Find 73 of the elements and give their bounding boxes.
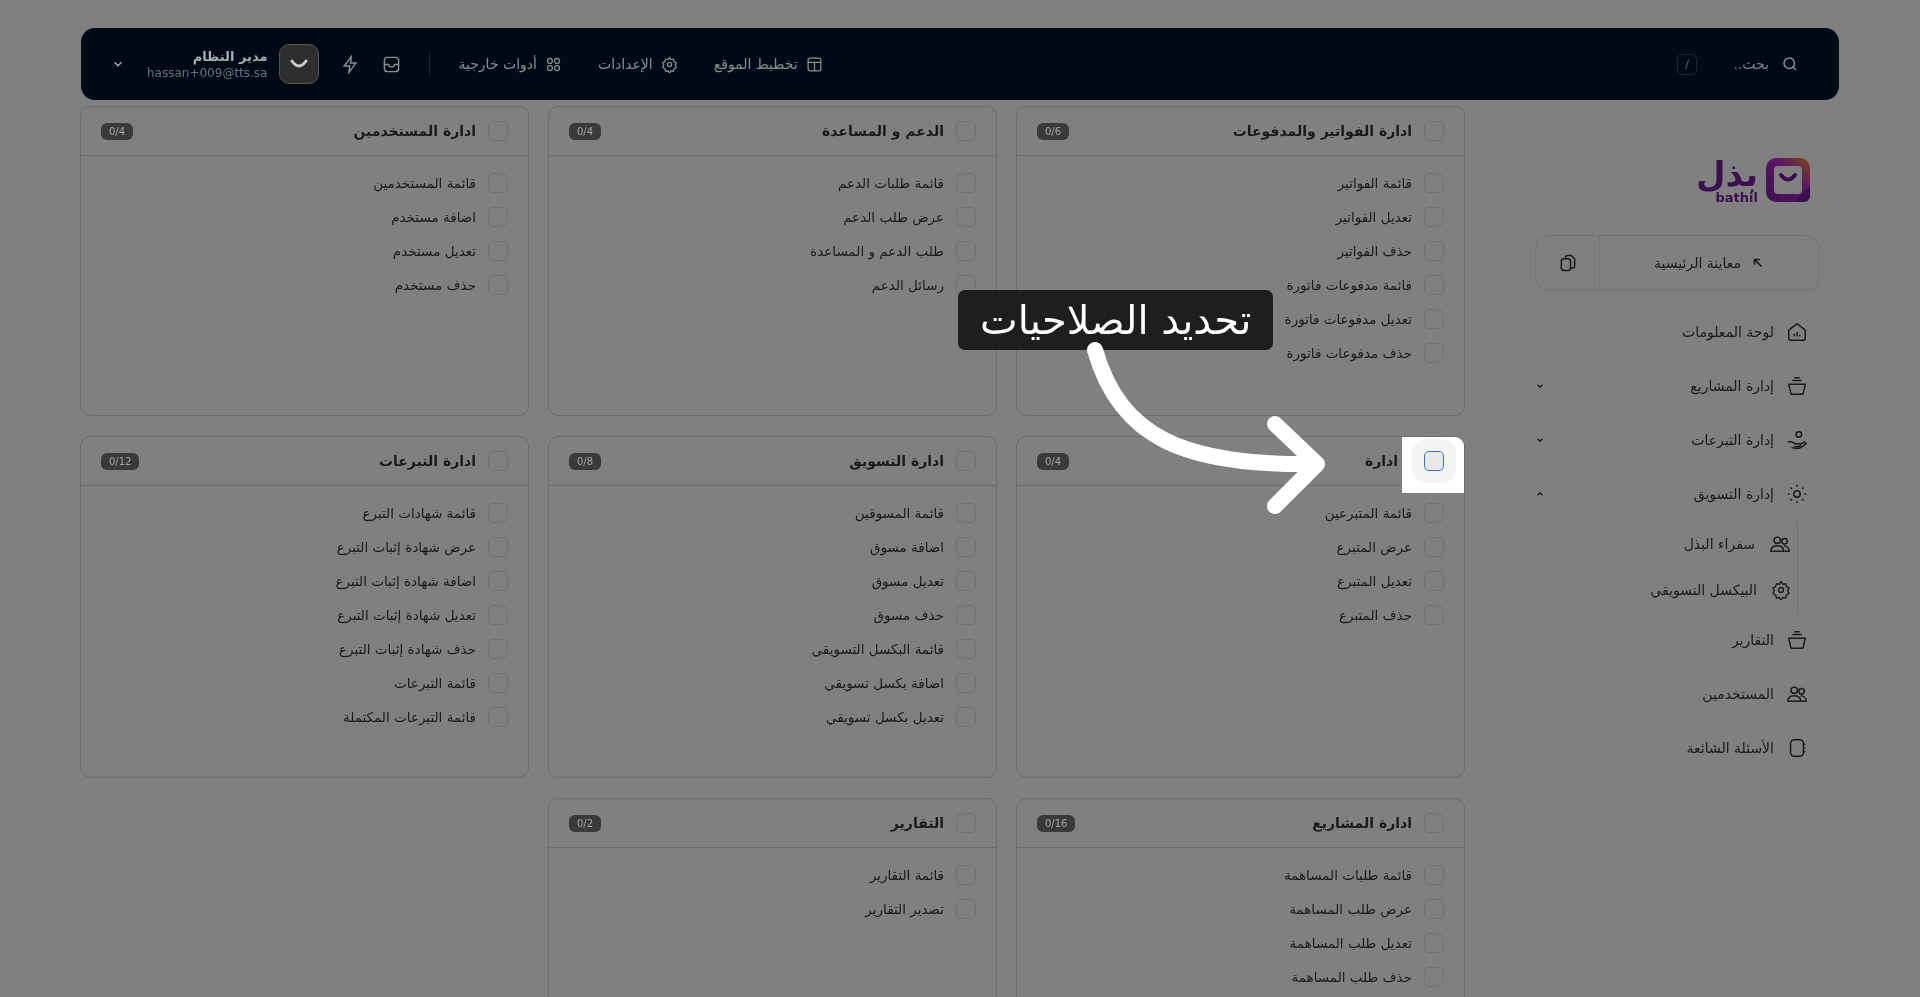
permission-label: قائمة المستخدمين <box>373 175 476 191</box>
permission-label: عرض طلب المساهمة <box>1289 901 1412 917</box>
count-badge: 0/8 <box>569 452 602 470</box>
user-email: hassan+009@tts.sa <box>147 65 268 80</box>
permission-label: اضافة مستخدم <box>391 209 476 225</box>
nav-item[interactable]: لوحة المعلومات <box>1535 305 1808 359</box>
permission-label: اضافة شهادة إثبات التبرع <box>335 573 476 589</box>
count-badge: 0/2 <box>569 814 602 832</box>
permission-label: رسائل الدعم <box>871 277 944 293</box>
permission-label: قائمة المسوقين <box>854 505 944 521</box>
permission-label: تعديل الفواتير <box>1335 209 1412 225</box>
permission-label: قائمة التبرعات <box>394 675 476 691</box>
permission-label: حذف شهادة إثبات التبرع <box>339 641 476 657</box>
shortcut-key: / <box>1677 53 1697 75</box>
nav-item[interactable]: الأسئلة الشائعة <box>1535 721 1808 775</box>
permission-label: عرض المتبرع <box>1336 539 1412 555</box>
tour-tooltip: تحديد الصلاحيات <box>958 290 1274 350</box>
card-title: التقارير <box>890 815 944 831</box>
nav-subitem[interactable]: البيكسل التسويقي <box>1535 567 1831 613</box>
toolbar-link[interactable]: تخطيط الموقع <box>713 55 823 73</box>
toolbar-link[interactable]: أدوات خارجية <box>458 55 562 73</box>
nav-subitem[interactable]: سفراء البذل <box>1535 521 1831 567</box>
search-field[interactable]: بحث.. <box>1707 55 1771 73</box>
card-title: ادارة المستخدمين <box>353 123 476 139</box>
permission-label: اضافة بكسل تسويقي <box>824 675 944 691</box>
count-badge: 0/4 <box>1037 452 1070 470</box>
permission-label: قائمة طلبات المساهمة <box>1283 867 1412 883</box>
permission-label: قائمة شهادات التبرع <box>362 505 476 521</box>
card-title: الدعم و المساعدة <box>822 123 944 139</box>
permission-label: طلب الدعم و المساعدة <box>810 243 944 259</box>
user-name: مدير النظام <box>191 48 268 64</box>
permission-label: حذف مستخدم <box>394 277 476 293</box>
card-title: ادارة المشاريع <box>1312 815 1412 831</box>
permission-label: حذف مسوق <box>873 607 944 623</box>
count-badge: 0/4 <box>101 122 134 140</box>
permission-label: قائمة التقارير <box>869 867 944 883</box>
preview-button[interactable]: معاينة الرئيسية <box>1600 236 1819 290</box>
permission-label: تعديل شهادة إثبات التبرع <box>337 607 476 623</box>
permission-label: تعديل مسوق <box>871 573 944 589</box>
nav-item[interactable]: إدارة المشاريع <box>1535 359 1808 413</box>
permission-label: قائمة التبرعات المكتملة <box>343 709 476 725</box>
permission-label: تعديل مدفوعات فاتورة <box>1284 311 1412 327</box>
count-badge: 0/4 <box>569 122 602 140</box>
permission-label: قائمة المتبرعين <box>1324 505 1412 521</box>
permission-label: قائمة البكسل التسويقي <box>811 641 944 657</box>
permission-label: حذف مدفوعات فاتورة <box>1286 345 1412 361</box>
nav-item[interactable]: التقارير <box>1535 613 1808 667</box>
toolbar-link[interactable]: الإعدادات <box>597 55 678 73</box>
card-title: ادارة التسويق <box>849 453 944 469</box>
permission-label: تعديل مستخدم <box>392 243 476 259</box>
permission-label: حذف طلب المساهمة <box>1291 969 1412 985</box>
count-badge: 0/12 <box>101 452 140 470</box>
card-title: ادارة الفواتير والمدفوعات <box>1232 123 1412 139</box>
card-title: ادارة التبرعات <box>378 453 476 469</box>
card-title: ادارة <box>1364 453 1398 469</box>
permission-label: عرض شهادة إثبات التبرع <box>336 539 476 555</box>
permission-label: قائمة طلبات الدعم <box>837 175 944 191</box>
permission-label: حذف الفواتير <box>1337 243 1412 259</box>
permission-label: قائمة مدفوعات فاتورة <box>1286 277 1412 293</box>
permission-label: تعديل طلب المساهمة <box>1289 935 1412 951</box>
permission-label: حذف المتبرع <box>1338 607 1412 623</box>
count-badge: 0/6 <box>1037 122 1070 140</box>
nav-item[interactable]: إدارة التسويق <box>1535 467 1808 521</box>
permission-label: تعديل بكسل تسويقي <box>826 709 944 725</box>
nav-item[interactable]: إدارة التبرعات <box>1535 413 1808 467</box>
permission-label: عرض طلب الدعم <box>843 209 944 225</box>
nav-item[interactable]: المستخدمين <box>1535 667 1808 721</box>
count-badge: 0/16 <box>1037 814 1076 832</box>
permission-label: تصدير التقارير <box>865 901 944 917</box>
logo-text: بذل <box>1696 156 1758 191</box>
permission-label: اضافة مسوق <box>869 539 944 555</box>
permission-label: قائمة الفواتير <box>1337 175 1412 191</box>
permission-label: تعديل المتبرع <box>1337 573 1412 589</box>
